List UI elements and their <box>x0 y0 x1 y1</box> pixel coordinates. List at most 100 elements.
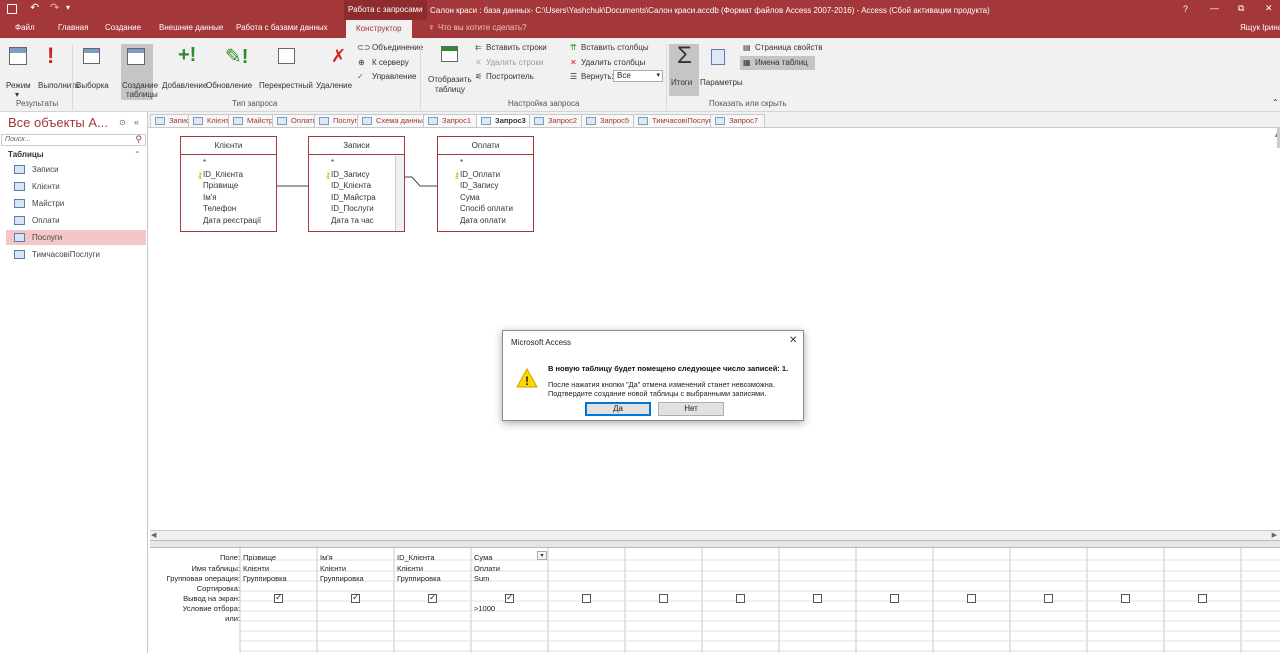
table-field[interactable]: ⚷ ID_Клієнта <box>181 169 276 181</box>
grid-cell-group[interactable]: Группировка <box>243 574 287 583</box>
delete-query-button[interactable]: Удаление <box>316 81 352 90</box>
tab-designer[interactable]: Конструктор <box>346 20 412 38</box>
table-field-list[interactable]: Клієнти * ⚷ ID_Клієнта Прізвище Ім'я Телефон Да… <box>180 136 277 232</box>
undo-icon[interactable]: ↶ <box>30 1 39 14</box>
minimize-button[interactable]: — <box>1210 3 1219 13</box>
table-field[interactable]: * <box>309 157 404 169</box>
union-button[interactable]: Объединение <box>372 43 423 52</box>
grid-cell-table[interactable]: Клієнти <box>320 564 346 573</box>
grid-cell-criteria[interactable]: >1000 <box>474 604 495 613</box>
qat-customize-icon[interactable]: ▾ <box>66 3 70 12</box>
tab-external[interactable]: Внешние данные <box>159 23 223 32</box>
server-button[interactable]: К серверу <box>372 58 409 67</box>
show-checkbox[interactable] <box>582 594 591 603</box>
tab-file[interactable]: Файл <box>15 23 35 32</box>
show-checkbox[interactable] <box>1198 594 1207 603</box>
view-dropdown-icon[interactable]: ▾ <box>15 90 19 99</box>
select-query-button[interactable]: Выборка <box>76 81 109 90</box>
nav-section-tables[interactable]: Таблицы <box>8 150 44 159</box>
grid-cell-table[interactable]: Клієнти <box>397 564 423 573</box>
totals-button[interactable]: Итоги <box>671 78 692 87</box>
user-name[interactable]: Ящук Ірина <box>1240 23 1280 32</box>
save-icon[interactable] <box>7 4 17 14</box>
grid-cell-group[interactable]: Sum <box>474 574 489 583</box>
tab-database[interactable]: Работа с базами данных <box>236 23 328 32</box>
table-field[interactable]: Спосіб оплати <box>438 203 533 215</box>
show-table-button[interactable]: Отобразить <box>428 75 472 84</box>
make-table-button[interactable]: Создание <box>122 81 158 90</box>
delete-rows-button[interactable]: Удалить строки <box>486 58 543 67</box>
grid-cell-field[interactable]: ID_Клієнта <box>397 553 435 562</box>
table-field[interactable]: ⚷ ID_Запису <box>309 169 404 181</box>
return-select[interactable]: Все ▾ <box>613 70 663 82</box>
close-button[interactable]: ✕ <box>1265 3 1273 14</box>
scroll-right-icon[interactable]: ▶ <box>1272 531 1277 539</box>
builder-button[interactable]: Построитель <box>486 72 534 81</box>
nav-table-item[interactable]: Оплати <box>6 213 146 228</box>
table-names-button[interactable]: Имена таблиц <box>755 58 808 67</box>
insert-cols-button[interactable]: Вставить столбцы <box>581 43 649 52</box>
nav-header[interactable]: Все объекты А... <box>8 115 108 130</box>
yes-button[interactable]: Да <box>585 402 651 416</box>
grid-cell-group[interactable]: Группировка <box>397 574 441 583</box>
table-field[interactable]: Телефон <box>181 203 276 215</box>
object-tab[interactable]: Запрос7 <box>710 114 766 127</box>
grid-cell-table[interactable]: Клієнти <box>243 564 269 573</box>
nav-table-item[interactable]: Клієнти <box>6 179 146 194</box>
manage-button[interactable]: Управление <box>372 72 416 81</box>
pane-splitter[interactable] <box>150 540 1280 548</box>
table-field[interactable]: Дата реєстрації <box>181 215 276 227</box>
object-tab[interactable]: Запрос3 <box>476 114 533 127</box>
delete-cols-button[interactable]: Удалить столбцы <box>581 58 645 67</box>
table-field-list-title[interactable]: Клієнти <box>181 137 276 155</box>
help-button[interactable]: ? <box>1183 4 1188 14</box>
table-field[interactable]: Сума <box>438 192 533 204</box>
section-collapse-icon[interactable]: ⌃ <box>134 150 141 159</box>
append-button[interactable]: Добавление <box>162 81 207 90</box>
dialog-close-button[interactable]: ✕ <box>789 335 797 346</box>
field-list-scrollbar[interactable] <box>395 156 404 231</box>
show-checkbox[interactable] <box>736 594 745 603</box>
no-button[interactable]: Нет <box>658 402 724 416</box>
grid-cell-group[interactable]: Группировка <box>320 574 364 583</box>
object-tab[interactable]: Запрос2 <box>529 114 585 127</box>
nav-search-input[interactable]: Поиск... ⚲ <box>1 134 146 146</box>
table-field[interactable]: ID_Майстра <box>309 192 404 204</box>
table-field-list-title[interactable]: Записи <box>309 137 404 155</box>
nav-table-item[interactable]: Послуги <box>6 230 146 245</box>
nav-table-item[interactable]: Майстри <box>6 196 146 211</box>
table-field[interactable]: ID_Запису <box>438 180 533 192</box>
nav-table-item[interactable]: Записи <box>6 162 146 177</box>
tab-home[interactable]: Главная <box>58 23 88 32</box>
nav-menu-icon[interactable]: ⊙ <box>119 118 126 127</box>
show-checkbox[interactable] <box>813 594 822 603</box>
redo-icon[interactable]: ↷ <box>50 1 59 14</box>
insert-rows-button[interactable]: Вставить строки <box>486 43 547 52</box>
object-tab[interactable]: Запрос5 <box>581 114 637 127</box>
view-button[interactable]: Режим <box>6 81 31 90</box>
nav-collapse-icon[interactable]: « <box>134 117 139 127</box>
tell-me-search[interactable]: Что вы хотите сделать? <box>438 23 526 32</box>
collapse-ribbon-icon[interactable]: ⌃ <box>1272 98 1279 107</box>
tab-create[interactable]: Создание <box>105 23 141 32</box>
grid-cell-field[interactable]: Ім'я <box>320 553 333 562</box>
parameters-button[interactable]: Параметры <box>700 78 743 87</box>
show-checkbox[interactable] <box>967 594 976 603</box>
table-field[interactable]: Дата та час <box>309 215 404 227</box>
show-checkbox[interactable] <box>659 594 668 603</box>
show-checkbox[interactable] <box>428 592 437 603</box>
update-button[interactable]: Обновление <box>206 81 252 90</box>
show-checkbox[interactable] <box>274 592 283 603</box>
table-field[interactable]: ID_Клієнта <box>309 180 404 192</box>
table-field-list[interactable]: Оплати * ⚷ ID_Оплати ID_Запису Сума Спосіб опл… <box>437 136 534 232</box>
grid-cell-table[interactable]: Оплати <box>474 564 500 573</box>
design-hscroll[interactable]: ◀ ▶ <box>150 530 1280 540</box>
table-field[interactable]: ID_Послуги <box>309 203 404 215</box>
crosstab-button[interactable]: Перекрестный <box>259 81 313 90</box>
table-field[interactable]: Ім'я <box>181 192 276 204</box>
grid-cell-field[interactable]: Прізвище <box>243 553 276 562</box>
scroll-left-icon[interactable]: ◀ <box>151 531 156 539</box>
table-field-list[interactable]: Записи * ⚷ ID_Запису ID_Клієнта ID_Майстра ID_… <box>308 136 405 232</box>
table-field-list-title[interactable]: Оплати <box>438 137 533 155</box>
object-tab[interactable]: Запрос1 <box>423 114 479 127</box>
